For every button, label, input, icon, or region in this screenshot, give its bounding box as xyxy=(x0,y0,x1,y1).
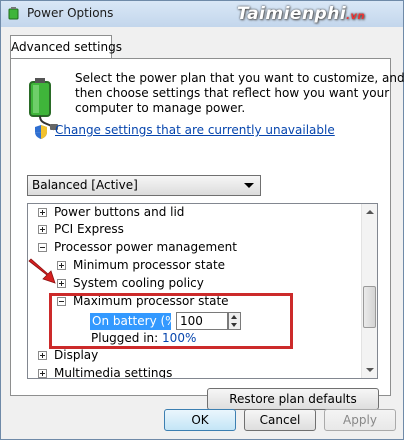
tree-item-label: Power buttons and lid xyxy=(54,205,185,219)
power-options-window: Power Options Taimienphi.vn Advanced set… xyxy=(0,0,404,440)
tree-item-label: PCI Express xyxy=(54,222,124,236)
expand-icon[interactable] xyxy=(38,369,47,378)
power-plan-selected: Balanced [Active] xyxy=(32,178,138,192)
cancel-button[interactable]: Cancel xyxy=(244,409,316,431)
scroll-thumb[interactable] xyxy=(363,286,376,328)
expand-icon[interactable] xyxy=(38,208,47,217)
change-settings-link[interactable]: Change settings that are currently unava… xyxy=(55,123,335,137)
power-plan-dropdown[interactable]: Balanced [Active] xyxy=(27,175,261,196)
tree-item-label: Display xyxy=(54,348,99,362)
intro-description: Select the power plan that you want to c… xyxy=(75,71,404,116)
tree-item-label: Multimedia settings xyxy=(54,366,173,379)
intro-line: then choose settings that reflect how yo… xyxy=(75,86,390,100)
power-options-icon xyxy=(8,7,19,20)
tree-scrollbar[interactable] xyxy=(361,204,377,378)
expand-icon[interactable] xyxy=(38,225,47,234)
title-bar: Power Options Taimienphi.vn xyxy=(1,1,403,28)
watermark-suffix: .vn xyxy=(346,11,366,22)
intro-line: computer to manage power. xyxy=(75,101,246,115)
intro-line: Select the power plan that you want to c… xyxy=(75,71,404,85)
window-title: Power Options xyxy=(27,6,114,20)
watermark-logo: Taimienphi.vn xyxy=(237,4,365,24)
apply-button[interactable]: Apply xyxy=(324,409,396,431)
settings-tree[interactable]: Power buttons and lid PCI Express Proces… xyxy=(27,203,378,379)
dialog-client: Advanced settings Select the power plan … xyxy=(1,27,404,439)
expand-icon[interactable] xyxy=(57,261,66,270)
restore-defaults-button[interactable]: Restore plan defaults xyxy=(207,388,379,410)
scroll-down-icon[interactable] xyxy=(366,368,374,372)
scroll-up-icon[interactable] xyxy=(366,210,374,214)
highlight-box xyxy=(49,293,293,349)
ok-button[interactable]: OK xyxy=(164,409,236,431)
tab-advanced-settings[interactable]: Advanced settings xyxy=(10,35,122,59)
chevron-down-icon xyxy=(244,183,254,188)
collapse-icon[interactable] xyxy=(38,243,47,252)
expand-icon[interactable] xyxy=(38,351,47,360)
uac-shield-icon xyxy=(35,125,47,139)
tree-item-label: System cooling policy xyxy=(73,276,204,290)
red-arrow-icon xyxy=(28,258,56,284)
watermark-text: Taimienphi xyxy=(237,4,347,24)
tree-item-label: Minimum processor state xyxy=(73,258,226,272)
tree-item-label: Processor power management xyxy=(54,240,237,254)
expand-icon[interactable] xyxy=(57,279,66,288)
